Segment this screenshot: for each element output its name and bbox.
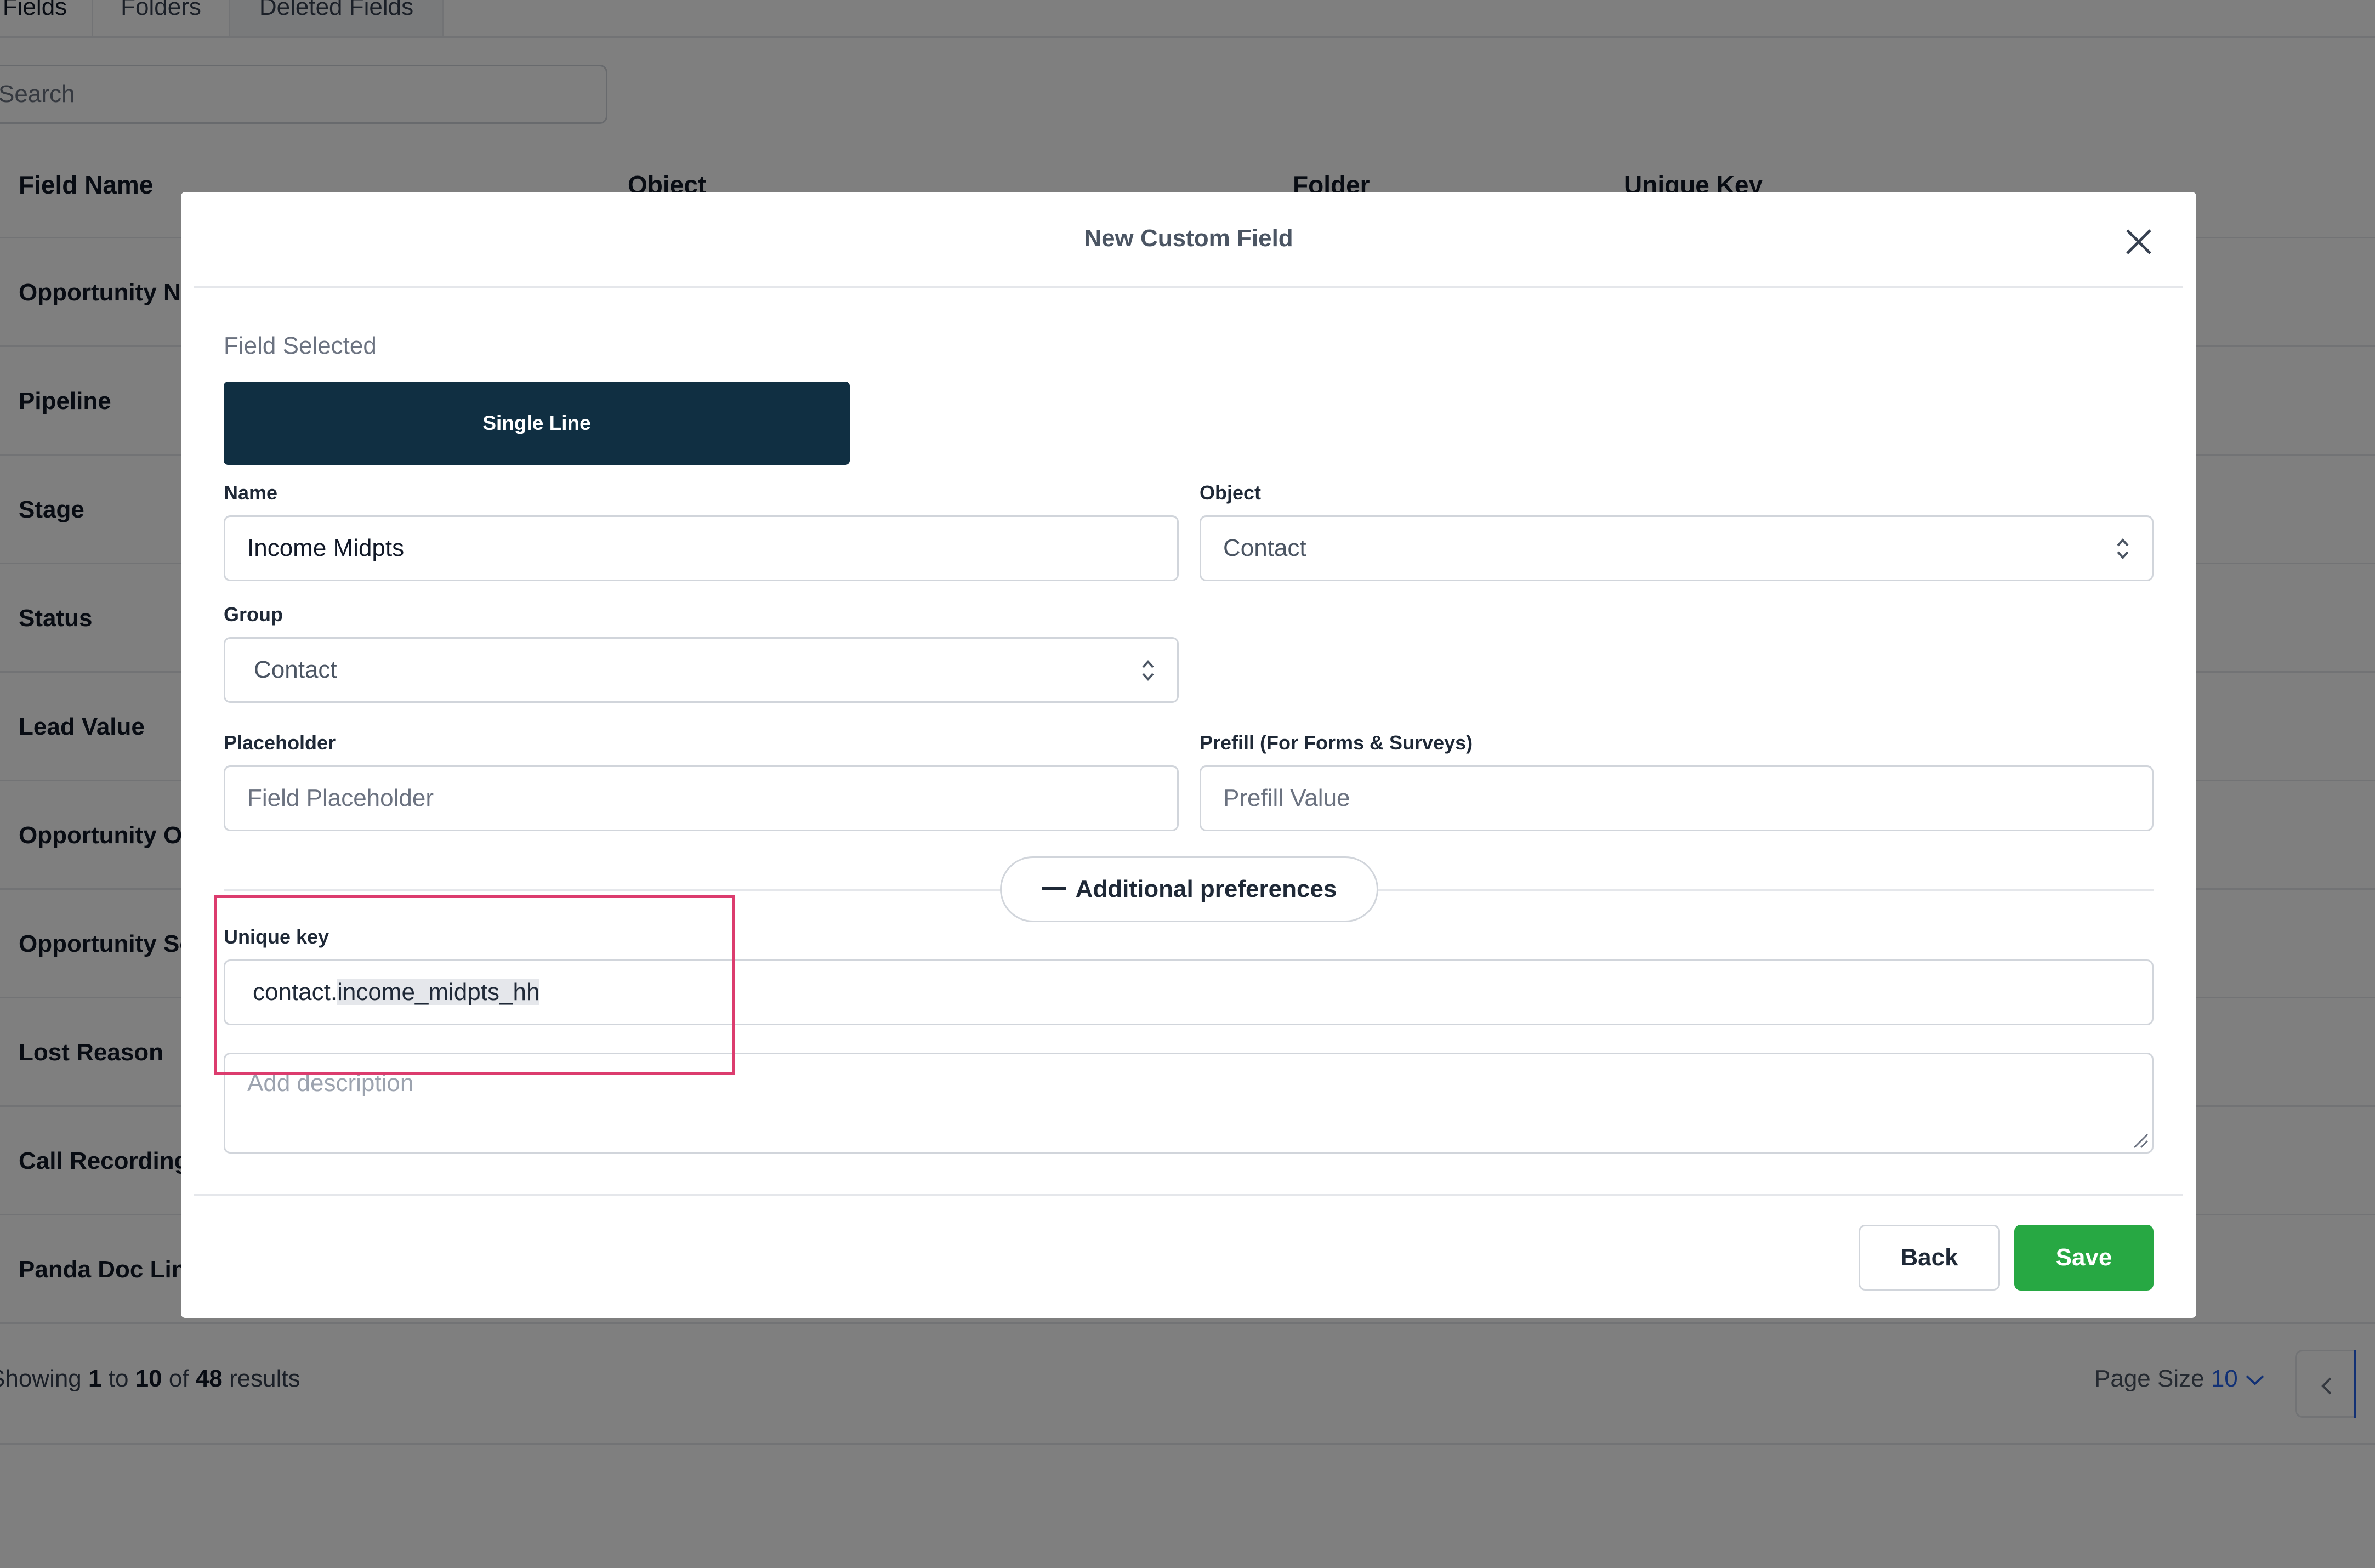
modal-footer-divider (194, 1194, 2183, 1196)
additional-preferences-label: Additional preferences (1075, 876, 1337, 902)
placeholder-input[interactable]: Field Placeholder (224, 765, 1179, 831)
unique-key-highlight (214, 895, 735, 1075)
minus-icon (1041, 886, 1066, 890)
group-select[interactable]: Contact (224, 637, 1179, 703)
object-select-value: Contact (1223, 535, 1306, 561)
prefill-input[interactable]: Prefill Value (1200, 765, 2154, 831)
modal-title: New Custom Field (1084, 225, 1293, 252)
select-arrows-icon (2117, 538, 2129, 559)
name-label: Name (224, 481, 278, 504)
object-label: Object (1200, 481, 1262, 504)
additional-preferences-toggle[interactable]: Additional preferences (1000, 856, 1378, 922)
object-select[interactable]: Contact (1200, 515, 2154, 581)
new-custom-field-modal: New Custom Field Field Selected Single L… (181, 192, 2196, 1318)
close-icon[interactable] (2123, 226, 2155, 258)
select-arrows-icon (1142, 660, 1154, 681)
group-label: Group (224, 603, 283, 626)
group-select-value: Contact (254, 656, 337, 683)
field-selected-label: Field Selected (224, 332, 377, 359)
back-button[interactable]: Back (1859, 1225, 2000, 1291)
modal-header-divider (194, 286, 2183, 288)
resize-handle-icon[interactable] (2132, 1132, 2149, 1149)
name-input[interactable]: Income Midpts (224, 515, 1179, 581)
prefill-label: Prefill (For Forms & Surveys) (1200, 731, 1473, 754)
placeholder-label: Placeholder (224, 731, 336, 754)
save-button[interactable]: Save (2014, 1225, 2154, 1291)
field-type-button[interactable]: Single Line (224, 382, 850, 465)
